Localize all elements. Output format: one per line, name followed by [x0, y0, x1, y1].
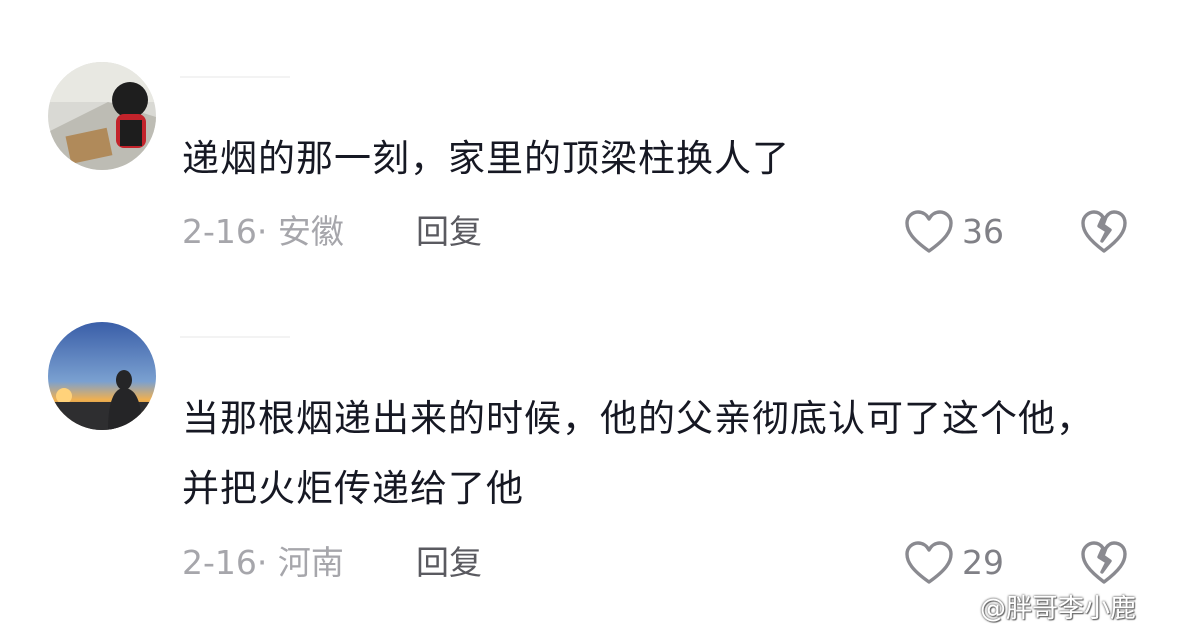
- comment-text: 递烟的那一刻，家里的顶梁柱换人了: [182, 137, 790, 180]
- watermark: @胖哥李小鹿: [930, 588, 1136, 624]
- user-avatar-photo-2-icon: [48, 322, 156, 430]
- watermark-text: @胖哥李小鹿: [980, 593, 1137, 624]
- like-count: 36: [962, 212, 1004, 251]
- broken-heart-icon[interactable]: [1080, 540, 1128, 586]
- avatar[interactable]: [48, 322, 156, 430]
- reply-button[interactable]: 回复: [416, 543, 482, 583]
- heart-outline-icon[interactable]: [904, 209, 954, 255]
- username-placeholder: [180, 336, 290, 338]
- comment-date-location: 2-16· 安徽: [182, 212, 344, 251]
- comment-date-location: 2-16· 河南: [182, 543, 344, 582]
- broken-heart-icon[interactable]: [1080, 209, 1128, 255]
- comment-text: 当那根烟递出来的时候，他的父亲彻底认可了这个他，并把火炬传递给了他: [182, 397, 1094, 510]
- user-avatar-photo-1-icon: [48, 62, 156, 170]
- username-placeholder: [180, 76, 290, 78]
- heart-outline-icon[interactable]: [904, 540, 954, 586]
- weibo-logo-icon: [931, 589, 974, 622]
- like-count: 29: [962, 543, 1004, 582]
- avatar[interactable]: [48, 62, 156, 170]
- reply-button[interactable]: 回复: [416, 212, 482, 252]
